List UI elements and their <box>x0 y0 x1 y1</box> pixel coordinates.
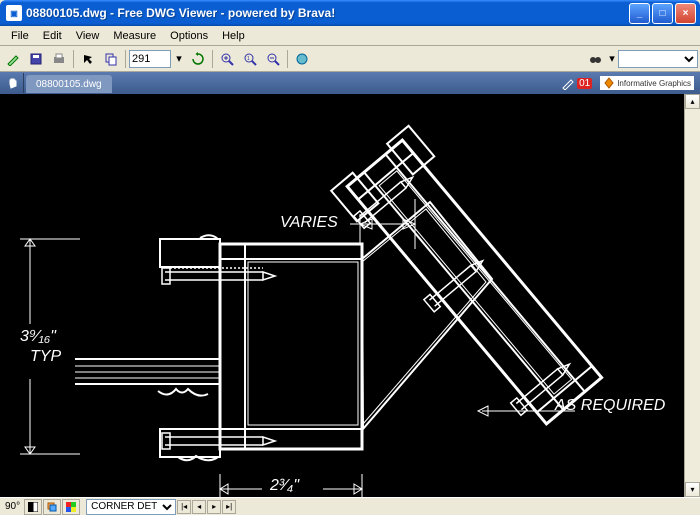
dropdown-search-icon[interactable]: ▾ <box>607 48 617 70</box>
label-as-required: AS REQUIRED <box>555 397 665 415</box>
dim-left-value: 3⁹⁄₁₆" <box>20 328 56 346</box>
menu-file[interactable]: File <box>4 28 36 44</box>
zoom-actual-icon[interactable]: 1 <box>239 48 261 70</box>
layout-selector[interactable]: CORNER DET <box>86 499 176 515</box>
dropdown-icon[interactable]: ▾ <box>172 48 186 70</box>
window-title: 08800105.dwg - Free DWG Viewer - powered… <box>26 6 629 20</box>
label-varies: VARIES <box>280 214 338 232</box>
world-icon[interactable] <box>291 48 313 70</box>
layout-first-icon[interactable]: |◂ <box>177 500 191 514</box>
window-titlebar: ▣ 08800105.dwg - Free DWG Viewer - power… <box>0 0 700 26</box>
color-icon[interactable] <box>62 499 80 515</box>
drawing-viewport[interactable]: VARIES 3⁹⁄₁₆" TYP 2³⁄₄" AS REQUIRED <box>0 94 684 497</box>
save-icon[interactable] <box>25 48 47 70</box>
informative-graphics-badge[interactable]: Informative Graphics <box>600 76 694 90</box>
markup-toggle-icon[interactable]: 01 <box>561 76 592 90</box>
cad-drawing <box>0 94 684 497</box>
scroll-down-button[interactable]: ▾ <box>685 482 700 497</box>
page-input[interactable] <box>129 50 171 68</box>
app-icon: ▣ <box>6 5 22 21</box>
toolbar: ▾ 1 ▾ <box>0 46 700 72</box>
refresh-icon[interactable] <box>187 48 209 70</box>
vertical-scrollbar[interactable]: ▴ ▾ <box>684 94 700 497</box>
menu-measure[interactable]: Measure <box>106 28 163 44</box>
close-button[interactable]: × <box>675 3 696 24</box>
svg-text:1: 1 <box>247 56 250 62</box>
search-combo[interactable] <box>618 50 698 68</box>
arrow-icon[interactable] <box>77 48 99 70</box>
rotation-angle: 90° <box>2 501 23 512</box>
zoom-out-icon[interactable] <box>262 48 284 70</box>
print-icon[interactable] <box>48 48 70 70</box>
dim-bottom-value: 2³⁄₄" <box>270 477 299 495</box>
copy-icon[interactable] <box>100 48 122 70</box>
document-tab-bar: 08800105.dwg 01 Informative Graphics <box>0 72 700 94</box>
binoculars-icon[interactable] <box>584 48 606 70</box>
layout-next-icon[interactable]: ▸ <box>207 500 221 514</box>
layout-prev-icon[interactable]: ◂ <box>192 500 206 514</box>
menu-help[interactable]: Help <box>215 28 252 44</box>
status-bar: 90° CORNER DET |◂ ◂ ▸ ▸| <box>0 497 700 515</box>
pan-hand-icon[interactable] <box>2 73 24 93</box>
scroll-up-button[interactable]: ▴ <box>685 94 700 109</box>
scroll-track[interactable] <box>685 109 700 482</box>
pencil-icon[interactable] <box>2 48 24 70</box>
menu-edit[interactable]: Edit <box>36 28 69 44</box>
dim-left-typ: TYP <box>30 348 61 366</box>
menu-view[interactable]: View <box>69 28 107 44</box>
layout-last-icon[interactable]: ▸| <box>222 500 236 514</box>
layers-icon[interactable] <box>43 499 61 515</box>
menu-bar: File Edit View Measure Options Help <box>0 26 700 46</box>
menu-options[interactable]: Options <box>163 28 215 44</box>
zoom-in-icon[interactable] <box>216 48 238 70</box>
monochrome-icon[interactable] <box>24 499 42 515</box>
document-tab[interactable]: 08800105.dwg <box>26 75 112 93</box>
minimize-button[interactable]: _ <box>629 3 650 24</box>
maximize-button[interactable]: □ <box>652 3 673 24</box>
